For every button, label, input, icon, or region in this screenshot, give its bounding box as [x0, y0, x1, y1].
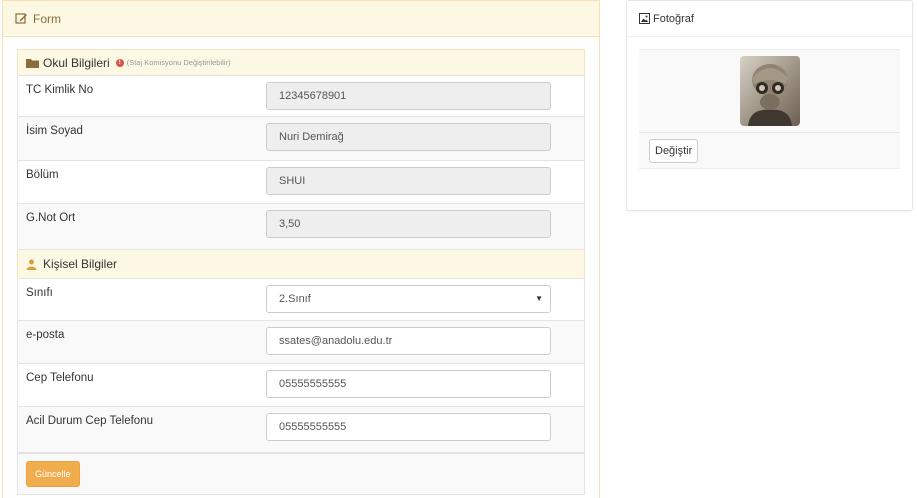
personal-info-header: Kişisel Bilgiler	[17, 250, 585, 278]
school-info-table: TC Kimlik No İsim Soyad Bölüm G.Not Ort	[17, 75, 585, 250]
photo-panel-title: Fotoğraf	[653, 12, 694, 25]
photo-actions: Değiştir	[639, 133, 900, 169]
form-panel-heading: Form	[3, 1, 599, 37]
photo-panel-heading: Fotoğraf	[627, 1, 912, 37]
acil-durum-telefonu-field[interactable]	[266, 413, 551, 441]
caret-down-icon: ▼	[535, 294, 543, 303]
school-info-header: Okul Bilgileri ! (Staj Komisyonu Değişti…	[17, 49, 585, 75]
row-cep-telefonu: Cep Telefonu	[18, 364, 584, 407]
update-button[interactable]: Güncelle	[26, 461, 80, 487]
row-sinifi: Sınıfı 2.Sınıf ▼	[18, 279, 584, 321]
eposta-field[interactable]	[266, 327, 551, 355]
personal-info-title: Kişisel Bilgiler	[43, 257, 118, 271]
tc-kimlik-label: TC Kimlik No	[26, 84, 94, 96]
form-panel-title: Form	[33, 11, 61, 26]
row-tc-kimlik: TC Kimlik No	[18, 76, 584, 117]
school-info-note: ! (Staj Komisyonu Değiştirilebilir)	[115, 58, 231, 67]
cep-telefonu-field[interactable]	[266, 370, 551, 398]
row-eposta: e-posta	[18, 321, 584, 364]
school-info-title: Okul Bilgileri	[43, 55, 110, 70]
user-icon	[26, 258, 40, 270]
row-acil-durum-telefonu: Acil Durum Cep Telefonu	[18, 407, 584, 452]
gnot-ort-field[interactable]	[266, 210, 551, 238]
gnot-ort-label: G.Not Ort	[26, 212, 76, 224]
cep-telefonu-label: Cep Telefonu	[26, 372, 94, 384]
bolum-label: Bölüm	[26, 169, 59, 181]
folder-icon	[26, 57, 40, 69]
isim-soyad-field[interactable]	[266, 123, 551, 151]
sinifi-selected-value[interactable]: 2.Sınıf	[266, 285, 551, 313]
bolum-field[interactable]	[266, 167, 551, 195]
row-gnot-ort: G.Not Ort	[18, 204, 584, 249]
edit-icon	[15, 12, 29, 26]
warning-icon: !	[115, 58, 124, 67]
row-isim-soyad: İsim Soyad	[18, 117, 584, 161]
row-bolum: Bölüm	[18, 161, 584, 204]
profile-photo	[739, 56, 800, 126]
change-photo-button[interactable]: Değiştir	[649, 138, 699, 163]
tc-kimlik-field[interactable]	[266, 82, 551, 110]
acil-durum-telefonu-label: Acil Durum Cep Telefonu	[26, 415, 153, 427]
school-info-note-text: (Staj Komisyonu Değiştirilebilir)	[126, 58, 231, 67]
sinifi-label: Sınıfı	[26, 287, 53, 299]
form-actions: Güncelle	[17, 453, 585, 495]
form-panel: Form Okul Bilgileri ! (Staj Komisyonu De…	[2, 0, 600, 498]
eposta-label: e-posta	[26, 329, 65, 341]
photo-panel: Fotoğraf Değiştir	[626, 0, 913, 211]
image-icon	[639, 13, 651, 25]
personal-info-table: Sınıfı 2.Sınıf ▼ e-posta Cep Telefonu Ac…	[17, 278, 585, 453]
photo-container	[639, 49, 900, 133]
isim-soyad-label: İsim Soyad	[26, 125, 83, 137]
sinifi-select[interactable]: 2.Sınıf ▼	[266, 285, 551, 313]
